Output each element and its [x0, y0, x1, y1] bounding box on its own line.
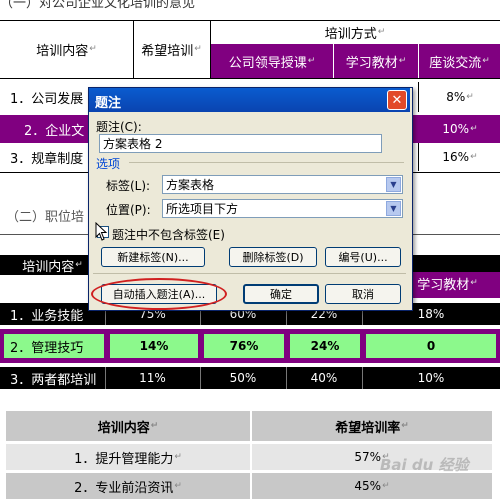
- table-cell: 14%: [139, 339, 169, 353]
- table-row: 3．规章制度: [10, 151, 84, 167]
- caption-label: 题注(C):: [96, 120, 142, 134]
- table-cell: 10%: [417, 371, 445, 385]
- caption-dialog: 题注 ✕ 题注(C): 方案表格 2 选项 标签(L): 方案表格 ▼ 位置(P…: [88, 87, 413, 311]
- table-row: 1．提升管理能力 ↵: [74, 451, 182, 467]
- header-content: 培训内容 ↵: [36, 43, 97, 59]
- cancel-button[interactable]: 取消: [325, 284, 401, 304]
- section2-heading: （二）职位培: [6, 210, 85, 225]
- table-cell: 3．两者都培训: [10, 372, 97, 388]
- table-row: 2．企业文: [24, 123, 85, 139]
- dialog-title: 题注: [95, 96, 122, 111]
- numbering-button[interactable]: 编号(U)...: [325, 247, 401, 267]
- header-seminar: 座谈交流 ↵: [429, 55, 490, 71]
- section1-heading: （一）对公司企业文化培训的意见: [0, 0, 196, 11]
- position-label: 位置(P):: [106, 203, 151, 217]
- label-select[interactable]: 方案表格 ▼: [162, 175, 403, 194]
- table-cell: 45% ↵: [354, 479, 390, 493]
- ok-button[interactable]: 确定: [243, 284, 319, 304]
- table-cell: 40%: [310, 371, 338, 385]
- close-icon[interactable]: ✕: [387, 90, 407, 110]
- position-select[interactable]: 所选项目下方 ▼: [162, 199, 403, 218]
- mouse-cursor-icon: [95, 221, 109, 242]
- table-cell: 50%: [229, 371, 257, 385]
- table-cell: 2．管理技巧: [10, 340, 84, 356]
- table-cell: 10% ↵: [442, 122, 478, 136]
- header-leader: 公司领导授课 ↵: [228, 55, 316, 71]
- table-cell: 1．业务技能: [10, 308, 84, 324]
- table-cell: 11%: [139, 371, 166, 385]
- label-label: 标签(L):: [106, 179, 151, 193]
- header-hope: 希望培训 ↵: [141, 43, 202, 59]
- header-method: 培训方式 ↵: [324, 26, 386, 42]
- table-cell: 76%: [229, 339, 259, 353]
- header-rate: 希望培训率 ↵: [335, 420, 409, 436]
- header-material: 学习教材 ↵: [345, 55, 407, 71]
- caption-input[interactable]: 方案表格 2: [99, 134, 382, 153]
- delete-label-button[interactable]: 删除标签(D): [229, 247, 317, 267]
- table-cell: 0: [426, 339, 436, 353]
- exclude-label-text: 题注中不包含标签(E): [112, 228, 225, 242]
- table-row: 1．公司发展: [10, 91, 84, 107]
- table-cell: 8% ↵: [446, 90, 474, 104]
- new-label-button[interactable]: 新建标签(N)...: [101, 247, 205, 267]
- watermark-logo: Bai du 经验: [380, 456, 469, 474]
- table-row: 2．专业前沿资讯 ↵: [74, 480, 182, 496]
- table-cell: 24%: [310, 339, 340, 353]
- chevron-down-icon[interactable]: ▼: [386, 201, 401, 216]
- highlight-oval: [91, 278, 227, 310]
- dialog-titlebar[interactable]: 题注 ✕: [89, 88, 410, 112]
- chevron-down-icon[interactable]: ▼: [386, 177, 401, 192]
- options-label: 选项: [96, 157, 121, 171]
- table-cell: 16% ↵: [442, 150, 478, 164]
- header-content: 培训内容 ↵: [97, 420, 159, 436]
